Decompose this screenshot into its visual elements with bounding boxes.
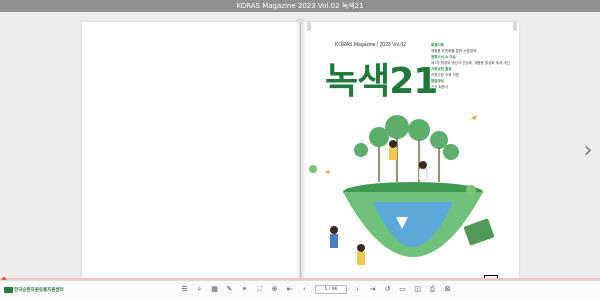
first-page-icon[interactable]: ⇤ [285,285,294,294]
logo-text: 한국순환자원유통지원센터 [14,287,64,293]
edit-icon[interactable]: ✎ [225,285,234,294]
book-viewer: ︿ KORAS Magazine | 2023 Vol.02 녹색21 특별기획… [0,12,600,291]
truck [463,218,495,246]
last-page-icon[interactable]: ⇥ [368,285,377,294]
print-icon[interactable]: ⎙ [428,285,437,294]
logo-mark-icon [4,287,13,293]
trees [354,115,459,160]
page-number-input[interactable]: 5 / 96 [315,284,347,294]
prev-page-icon[interactable]: ‹ [300,285,309,294]
collapse-toolbar-icon[interactable]: ︿ [294,14,306,22]
left-page[interactable] [82,22,300,290]
publisher-logo: 한국순환자원유통지원센터 [4,287,64,296]
viewer-controls: ☰ ⌕ ▦ ✎ ⚭ ⛶ ⊕ ⇤ ‹ 5 / 96 › ⇥ ↺ ▭ ◫ ⎙ ⊠ [180,283,452,295]
zoom-fit-icon[interactable]: ⛶ [255,285,264,294]
cover-illustration [309,115,495,265]
reset-icon[interactable]: ↺ [383,285,392,294]
double-page-icon[interactable]: ◫ [413,285,422,294]
window-title: KORAS Magazine 2023 Vol.02 녹색21 [0,0,600,12]
zoom-in-icon[interactable]: ⊕ [270,285,279,294]
next-page-arrow-icon[interactable]: › [580,136,596,166]
right-page-cover[interactable]: KORAS Magazine | 2023 Vol.02 녹색21 특별기획 재… [301,22,519,290]
close-icon[interactable]: ⊠ [443,285,452,294]
next-page-icon[interactable]: › [353,285,362,294]
search-icon[interactable]: ⌕ [195,285,204,294]
link-icon[interactable]: ⚭ [240,285,249,294]
view-mode-icon[interactable]: ▭ [398,285,407,294]
thumbnails-icon[interactable]: ▦ [210,285,219,294]
book-spine [296,22,306,290]
menu-icon[interactable]: ☰ [180,285,189,294]
